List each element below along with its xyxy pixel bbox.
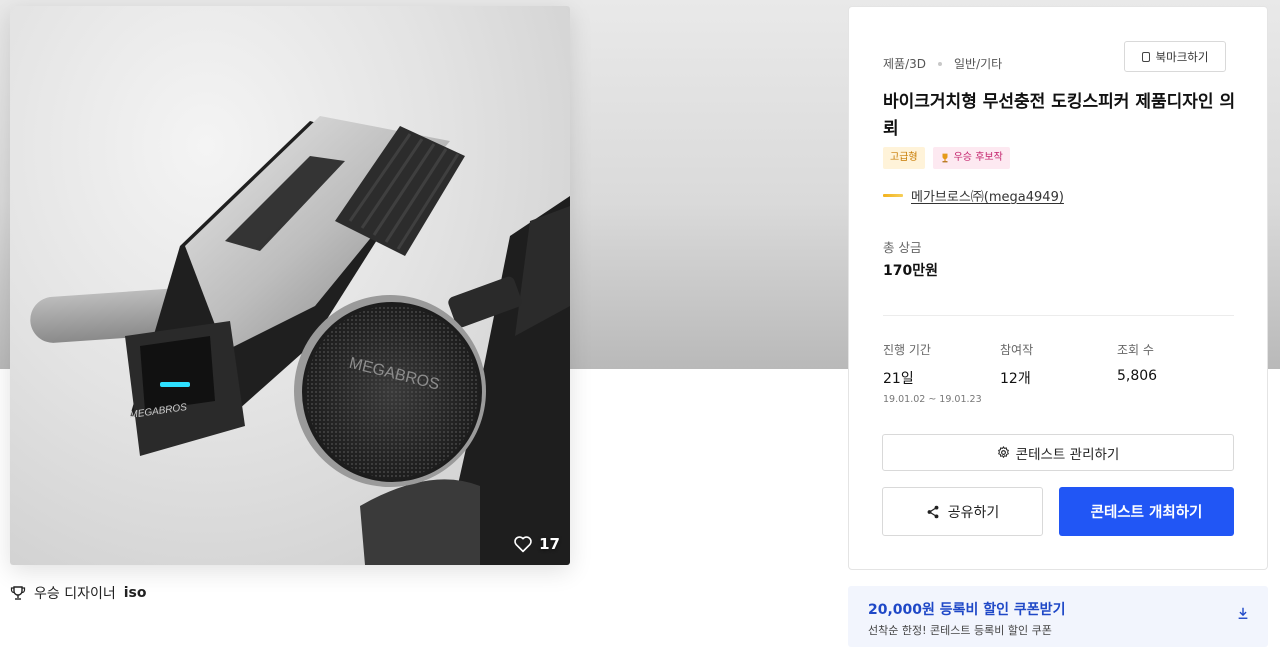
winner-label: 우승 디자이너 xyxy=(34,586,116,602)
stat-entries: 참여작 12개 xyxy=(1000,341,1117,405)
share-label: 공유하기 xyxy=(947,504,1000,521)
gear-icon xyxy=(997,446,1009,458)
bookmark-button[interactable]: 북마크하기 xyxy=(1124,41,1226,72)
host-name[interactable]: 메가브로스㈜(mega4949) xyxy=(911,186,1064,205)
coupon-subtext: 선착순 한정! 콘테스트 등록비 할인 쿠폰 xyxy=(868,624,1052,637)
like-count: 17 xyxy=(539,535,560,553)
trophy-icon xyxy=(942,153,948,163)
host-info: 메가브로스㈜(mega4949) xyxy=(883,186,1064,205)
prize-label: 총 상금 xyxy=(883,240,922,255)
divider xyxy=(883,315,1234,316)
period-value: 21일 xyxy=(883,371,914,387)
candidate-tag-label: 우승 후보작 xyxy=(953,152,1003,163)
heart-icon xyxy=(514,536,532,553)
entries-label: 참여작 xyxy=(1000,343,1034,357)
breadcrumb-subcategory[interactable]: 일반/기타 xyxy=(954,55,1002,72)
prize-value: 170만원 xyxy=(883,263,938,279)
breadcrumb: 제품/3D 일반/기타 xyxy=(883,55,1002,72)
views-value: 5,806 xyxy=(1117,368,1158,384)
period-range: 19.01.02 ~ 19.01.23 xyxy=(883,394,982,405)
bookmark-label: 북마크하기 xyxy=(1155,49,1209,64)
download-icon[interactable] xyxy=(1236,606,1250,620)
entries-value: 12개 xyxy=(1000,371,1031,387)
share-icon xyxy=(927,505,939,518)
coupon-banner[interactable]: 20,000원 등록비 할인 쿠폰받기 선착순 한정! 콘테스트 등록비 할인 … xyxy=(848,586,1268,647)
share-button[interactable]: 공유하기 xyxy=(882,487,1043,536)
views-label: 조회 수 xyxy=(1117,343,1154,357)
stat-period: 진행 기간 21일 19.01.02 ~ 19.01.23 xyxy=(883,341,1000,405)
trophy-icon xyxy=(10,586,26,600)
manage-contest-label: 콘테스트 관리하기 xyxy=(1015,446,1120,463)
contest-stats: 진행 기간 21일 19.01.02 ~ 19.01.23 참여작 12개 조회… xyxy=(883,341,1234,405)
breadcrumb-category[interactable]: 제품/3D xyxy=(883,55,926,72)
manage-contest-button[interactable]: 콘테스트 관리하기 xyxy=(882,434,1234,471)
coupon-headline: 20,000원 등록비 할인 쿠폰받기 xyxy=(868,602,1066,618)
premium-tag: 고급형 xyxy=(883,147,925,169)
stat-views: 조회 수 5,806 xyxy=(1117,341,1234,405)
host-logo xyxy=(883,194,903,197)
breadcrumb-separator xyxy=(938,61,942,66)
contest-info-panel: 제품/3D 일반/기타 북마크하기 바이크거치형 무선충전 도킹스피커 제품디자… xyxy=(848,6,1268,570)
product-render: MEGABROS MEGABROS xyxy=(30,116,570,565)
host-contest-button[interactable]: 콘테스트 개최하기 xyxy=(1059,487,1234,536)
artwork-image[interactable]: MEGABROS MEGABROS 17 xyxy=(10,6,570,565)
contest-tags: 고급형 우승 후보작 xyxy=(883,147,1010,169)
bookmark-icon xyxy=(1141,51,1150,62)
contest-title: 바이크거치형 무선충전 도킹스피커 제품디자인 의뢰 xyxy=(883,92,1236,139)
period-label: 진행 기간 xyxy=(883,343,931,357)
winner-name[interactable]: iso xyxy=(124,585,147,601)
winner-designer: 우승 디자이너 iso xyxy=(10,583,146,603)
like-counter[interactable]: 17 xyxy=(513,535,560,553)
candidate-tag: 우승 후보작 xyxy=(932,147,1010,169)
